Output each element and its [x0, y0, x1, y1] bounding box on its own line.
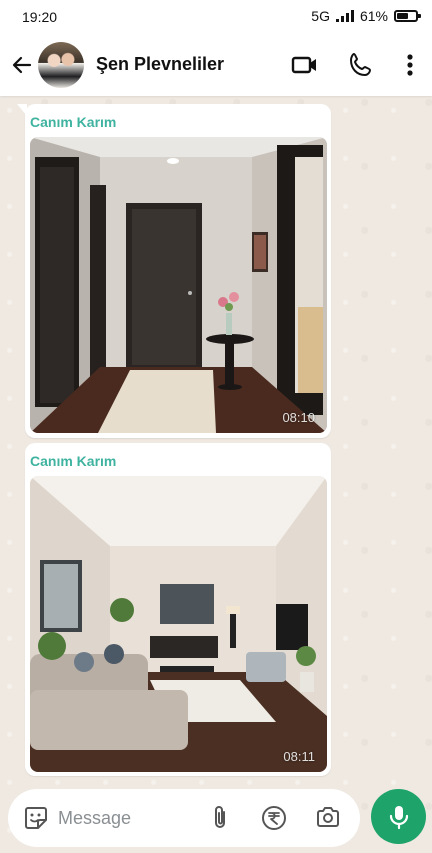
sender-name: Canım Karım	[30, 453, 117, 469]
microphone-icon	[389, 805, 408, 829]
status-time: 19:20	[22, 9, 58, 25]
sender-name: Canım Karım	[30, 114, 117, 130]
message-composer	[8, 789, 360, 847]
message-time: 08:10	[282, 410, 315, 425]
bubble-tail	[17, 104, 27, 116]
hallway-image	[30, 137, 327, 433]
hallway-photo[interactable]: 08:10	[30, 137, 327, 433]
sticker-icon[interactable]	[22, 804, 50, 832]
battery-percent: 61%	[359, 8, 388, 24]
status-indicators: 5G 61%	[311, 8, 421, 24]
status-bar: 19:20 5G 61%	[0, 0, 432, 34]
message-bubble[interactable]: Canım Karım 08:10	[17, 104, 331, 438]
message-bubble[interactable]: Canım Karım 08:11	[25, 443, 331, 776]
mic-button[interactable]	[371, 789, 426, 844]
more-vert-icon[interactable]	[396, 51, 424, 79]
message-input[interactable]	[56, 803, 200, 833]
network-type: 5G	[311, 8, 330, 24]
signal-icon	[335, 10, 354, 22]
video-call-icon[interactable]	[291, 51, 319, 79]
chat-title[interactable]: Şen Plevneliler	[96, 54, 224, 75]
paperclip-icon[interactable]	[206, 804, 234, 832]
phone-icon[interactable]	[347, 51, 375, 79]
rupee-icon[interactable]	[260, 804, 288, 832]
avatar[interactable]	[38, 42, 84, 88]
message-time: 08:11	[283, 749, 315, 764]
living-room-photo[interactable]: 08:11	[30, 476, 327, 772]
chat-header: Şen Plevneliler	[0, 34, 432, 96]
battery-icon	[394, 10, 421, 22]
living-room-image	[30, 476, 327, 772]
camera-icon[interactable]	[314, 804, 342, 832]
arrow-left-icon[interactable]	[10, 53, 34, 77]
battery-level	[397, 13, 408, 19]
